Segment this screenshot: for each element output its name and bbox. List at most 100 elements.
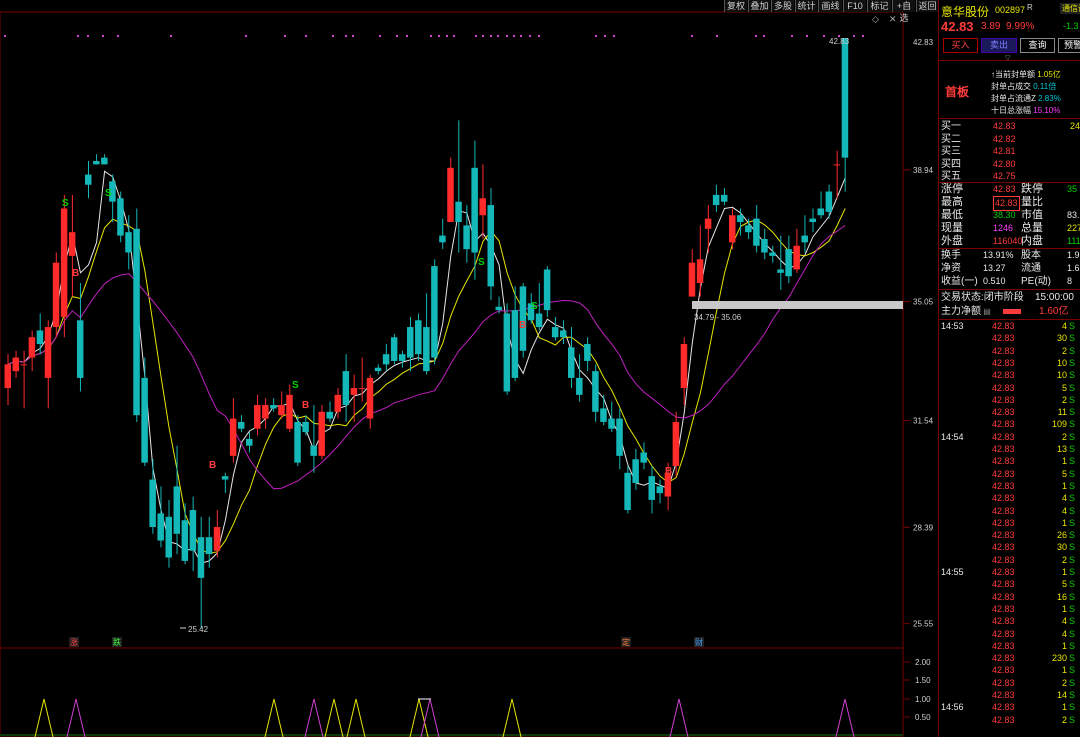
quote-stat-row: 最低 38.30 市值 83. bbox=[939, 209, 1080, 222]
tick-row: 42.83 1 S bbox=[939, 480, 1080, 492]
trade-signal-mark: B bbox=[72, 268, 79, 279]
toolbar-fanhui-button[interactable]: 返回 bbox=[916, 0, 938, 12]
sector-change: -1.3 bbox=[1063, 21, 1079, 31]
tick-side-icon: S bbox=[1069, 444, 1076, 454]
candle-body bbox=[366, 377, 374, 419]
tick-volume: 230 bbox=[1051, 653, 1067, 664]
toolbar-duogu-button[interactable]: 多股 bbox=[771, 0, 794, 12]
candle-body bbox=[600, 408, 607, 422]
candle-body bbox=[495, 306, 503, 311]
candle-body bbox=[189, 510, 197, 551]
main-flow-label: 主力净额 bbox=[941, 306, 981, 317]
tick-side-icon: S bbox=[1069, 542, 1076, 553]
buy-button[interactable]: 买入 bbox=[943, 38, 978, 53]
candle-body bbox=[616, 418, 623, 456]
tick-side-icon: S bbox=[1069, 333, 1076, 344]
stock-code: 002897 bbox=[995, 5, 1026, 15]
diamond-icon[interactable]: ◇ bbox=[872, 14, 879, 24]
trade-status-label: 交易状态: bbox=[941, 292, 984, 303]
tick-side-icon: S bbox=[1069, 567, 1076, 577]
tick-side-icon: S bbox=[1069, 357, 1076, 368]
toolbar-huaxian-button[interactable]: 画线 bbox=[818, 0, 842, 12]
close-icon[interactable]: ✕ bbox=[889, 14, 897, 24]
signal-dot bbox=[406, 35, 408, 37]
tick-row: 42.83 16 S bbox=[939, 591, 1080, 603]
tick-side-icon: S bbox=[1069, 653, 1076, 664]
tick-price: 42.83 bbox=[992, 370, 1015, 381]
event-marker[interactable]: 定 bbox=[622, 637, 630, 647]
event-marker[interactable]: 跌 bbox=[113, 637, 121, 647]
stat-label: 最高 bbox=[941, 196, 963, 208]
candle-body bbox=[374, 367, 382, 372]
tick-side-icon: S bbox=[1069, 714, 1076, 725]
seal-info-value: 1.05亿 bbox=[1037, 70, 1061, 79]
tick-time: 14:54 bbox=[941, 431, 964, 442]
bid-row[interactable]: 买四 42.80 bbox=[939, 158, 1080, 171]
candle-body bbox=[463, 225, 470, 250]
tick-price: 42.83 bbox=[992, 505, 1015, 516]
chart-icon[interactable]: ▤ bbox=[981, 307, 991, 316]
candle-body bbox=[237, 421, 245, 429]
tick-price: 42.83 bbox=[992, 493, 1015, 504]
candle-body bbox=[334, 394, 342, 412]
bid-row[interactable]: 买一 42.83 24 bbox=[939, 120, 1080, 133]
tick-volume: 1 bbox=[1061, 603, 1067, 614]
signal-dot bbox=[791, 35, 793, 37]
sell-button[interactable]: 卖出 bbox=[981, 38, 1017, 53]
tick-volume: 2 bbox=[1061, 345, 1067, 356]
bid-row[interactable]: 买二 42.82 bbox=[939, 133, 1080, 146]
tick-row: 42.83 2 S bbox=[939, 714, 1080, 726]
trade-status-value: 闭市阶段 bbox=[983, 292, 1024, 303]
tick-volume: 5 bbox=[1061, 382, 1067, 393]
signal-triangle bbox=[669, 698, 689, 737]
candle-body bbox=[720, 194, 728, 202]
tick-price: 42.83 bbox=[992, 480, 1015, 491]
seal-info-row: 封单占流通Z 2.83% bbox=[991, 93, 1061, 104]
tick-volume: 2 bbox=[1061, 394, 1067, 405]
candle-body bbox=[737, 215, 744, 223]
signal-dot bbox=[453, 35, 455, 37]
stat-label: 最低 bbox=[941, 209, 963, 221]
stat-value: 8 bbox=[1067, 276, 1073, 286]
sector-label[interactable]: 通信设 bbox=[1060, 3, 1080, 14]
tick-side-icon: S bbox=[1069, 603, 1076, 614]
stat-label: 量比 bbox=[1021, 196, 1043, 208]
tick-volume: 14 bbox=[1056, 690, 1067, 700]
kline-chart[interactable]: SBSBSBSBSB 34.79 - 35.06 42.83 25.42 42.… bbox=[0, 0, 938, 737]
event-markers: 涨跌定财 bbox=[69, 637, 704, 647]
tick-price: 42.83 bbox=[992, 567, 1015, 577]
candle-body bbox=[431, 266, 438, 358]
toolbar-diejia-button[interactable]: 叠加 bbox=[748, 0, 770, 12]
toolbar-biaoji-button[interactable]: 标记 bbox=[867, 0, 891, 12]
candle-body bbox=[592, 371, 599, 412]
tick-price: 42.83 bbox=[992, 628, 1015, 639]
event-marker[interactable]: 财 bbox=[695, 637, 703, 647]
tick-side-icon: S bbox=[1069, 677, 1076, 688]
tick-volume: 10 bbox=[1056, 370, 1067, 381]
tick-row: 42.83 5 S bbox=[939, 468, 1080, 480]
price-tick-label: 28.39 bbox=[913, 523, 934, 532]
stat-label: 内盘 bbox=[1021, 235, 1043, 247]
toolbar-zixuan-button[interactable]: +自选 bbox=[892, 0, 915, 23]
toolbar-fuquan-button[interactable]: 复权 bbox=[724, 0, 747, 12]
tick-volume: 5 bbox=[1061, 579, 1067, 590]
alert-button[interactable]: 预警 bbox=[1058, 38, 1080, 53]
tick-row: 42.83 2 S bbox=[939, 345, 1080, 357]
candle-body bbox=[221, 476, 229, 480]
signal-dot bbox=[352, 35, 354, 37]
signal-dot bbox=[520, 35, 522, 37]
candle-body bbox=[712, 194, 720, 206]
stat-label: 现量 bbox=[941, 222, 963, 234]
tick-side-icon: S bbox=[1069, 493, 1076, 504]
stat-value: 1246 bbox=[993, 223, 1014, 233]
toolbar-tongji-button[interactable]: 统计 bbox=[795, 0, 817, 12]
query-button[interactable]: 查询 bbox=[1020, 38, 1055, 53]
tick-row: 42.83 4 S bbox=[939, 628, 1080, 640]
event-marker[interactable]: 涨 bbox=[70, 637, 78, 647]
signal-dot bbox=[823, 35, 825, 37]
price-tick-label: 25.55 bbox=[913, 620, 934, 629]
toolbar-f10-button[interactable]: F10 bbox=[843, 0, 866, 12]
bid-row[interactable]: 买三 42.81 bbox=[939, 145, 1080, 158]
candle-body bbox=[205, 537, 213, 555]
signal-dot bbox=[379, 35, 381, 37]
